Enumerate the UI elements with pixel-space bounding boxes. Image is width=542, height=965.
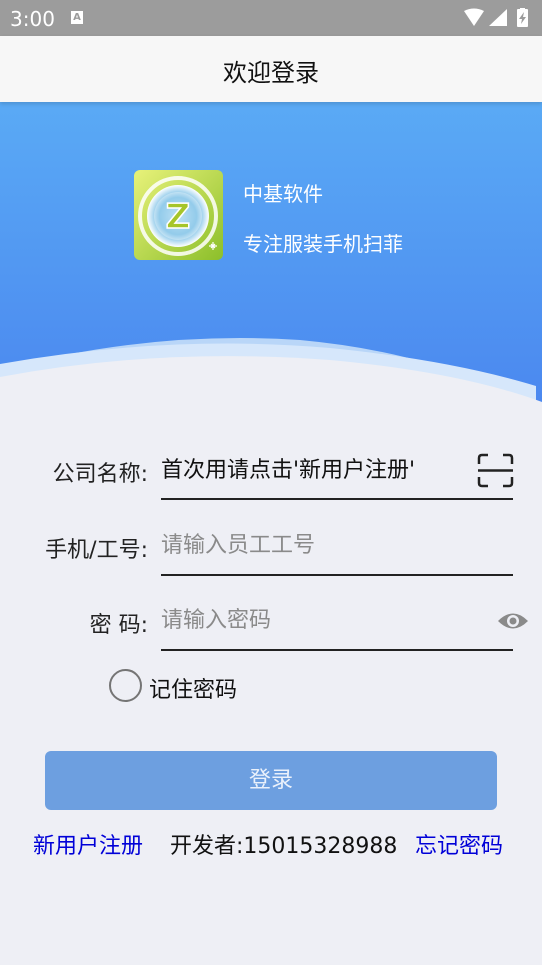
phone-input[interactable] (161, 525, 513, 565)
battery-icon (517, 8, 528, 27)
status-icons (462, 8, 532, 28)
title-bar: 欢迎登录 (0, 36, 542, 102)
register-link[interactable]: 新用户注册 (33, 828, 143, 860)
password-label: 密 码: (89, 613, 148, 638)
wifi-icon (464, 8, 484, 26)
brand-name: 中基软件 (243, 182, 323, 206)
phone-label: 手机/工号: (45, 538, 148, 563)
password-underline (161, 649, 513, 651)
company-field[interactable]: 首次用请点击'新用户注册' (161, 452, 513, 492)
status-time: 3:00 (10, 7, 55, 31)
remember-password-radio[interactable] (109, 669, 142, 702)
developer-info: 开发者:15015328988 (170, 834, 398, 859)
phone-underline (161, 574, 513, 576)
password-input[interactable] (161, 600, 513, 640)
brand-slogan: 专注服装手机扫菲 (243, 232, 403, 256)
eye-icon[interactable] (497, 610, 529, 632)
login-button[interactable]: 登录 (45, 751, 497, 810)
signal-icon (489, 9, 507, 26)
notification-a-icon: A (71, 11, 83, 24)
scan-icon[interactable] (477, 453, 514, 488)
app-logo: Z (134, 170, 223, 260)
company-label: 公司名称: (52, 462, 148, 487)
company-underline (161, 498, 513, 500)
header-banner (0, 102, 542, 422)
remember-password-label[interactable]: 记住密码 (149, 672, 237, 704)
page-title: 欢迎登录 (223, 59, 319, 87)
forgot-password-link[interactable]: 忘记密码 (415, 828, 503, 860)
logo-letter: Z (166, 197, 191, 237)
status-bar: 3:00 A (0, 0, 542, 36)
